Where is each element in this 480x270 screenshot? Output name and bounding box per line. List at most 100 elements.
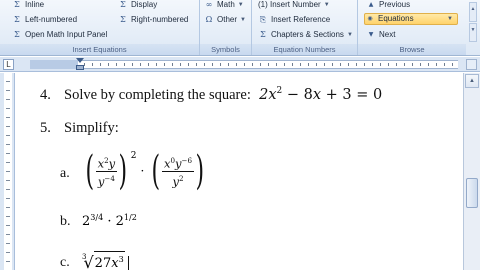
question-4-number: 4. [40, 86, 51, 103]
question-5-text: Simplify: [64, 120, 119, 136]
chapters-sections-dropdown[interactable]: Σ Chapters & Sections ▼ [258, 29, 353, 41]
next-button[interactable]: ▼ Next [366, 29, 396, 41]
ruler-tick [6, 153, 10, 154]
ribbon: Σ Inline Σ Left-numbered Σ Open Math Inp… [0, 0, 480, 56]
right-numbered-button[interactable]: Σ Right-numbered [118, 14, 188, 26]
right-paren: ) [195, 148, 205, 194]
first-line-indent-marker[interactable] [76, 58, 84, 63]
part-c-label: c. [60, 255, 70, 270]
left-indent-marker[interactable] [76, 65, 84, 70]
ruler-tick [444, 63, 445, 66]
ruler-tick [6, 225, 10, 226]
ruler-tick [6, 261, 10, 262]
scrollbar-thumb[interactable] [466, 178, 478, 208]
insert-reference-button[interactable]: ⎘ Insert Reference [258, 14, 330, 26]
left-numbered-button[interactable]: Σ Left-numbered [12, 14, 77, 26]
ruler-tick [212, 63, 213, 66]
chapters-sections-label: Chapters & Sections [271, 30, 344, 39]
fraction-2: x0y−6 y2 [161, 155, 194, 189]
equation-numbers-group: (1) Insert Number ▼ ⎘ Insert Reference Σ… [252, 0, 358, 55]
ruler-left-margin [30, 60, 78, 69]
omega-icon: Ω [205, 15, 213, 24]
ruler-tick [148, 63, 149, 66]
ruler-tick [6, 108, 10, 109]
part-b-label: b. [60, 214, 71, 229]
inline-button[interactable]: Σ Inline [12, 0, 44, 11]
ribbon-scroll-buttons[interactable]: ▲ ▼ [469, 2, 477, 42]
horizontal-ruler[interactable]: L [0, 57, 480, 72]
ruler-tick [6, 198, 10, 199]
ruler-tick [356, 63, 357, 66]
document-page[interactable]: 4. Solve by completing the square: 2x2 − … [16, 73, 463, 270]
ruler-tick [156, 63, 157, 66]
vertical-scrollbar[interactable]: ▲ [463, 73, 480, 270]
insert-reference-icon: ⎘ [259, 15, 267, 24]
ribbon-scroll-down-icon[interactable]: ▼ [469, 22, 477, 42]
equations-label: Equations [378, 14, 414, 23]
radicand: 27x3 [93, 251, 125, 270]
ruler-tick [332, 63, 333, 66]
previous-button[interactable]: ▲ Previous [366, 0, 410, 11]
ruler-tick [140, 63, 141, 66]
ruler-tick [100, 63, 101, 66]
ruler-tick [6, 135, 10, 136]
ruler-tick [188, 63, 189, 66]
chevron-down-icon: ▼ [240, 17, 246, 23]
ruler-tick [412, 63, 413, 66]
browse-group: ▲ Previous ◉ Equations ▼ ▼ Next Browse [358, 0, 466, 55]
ruler-tick [436, 63, 437, 66]
ruler-tick [388, 63, 389, 66]
part-c-expression[interactable]: 3 √ 27x3 [82, 251, 129, 270]
right-paren: ) [118, 148, 128, 194]
insert-number-label: (1) Insert Number [258, 0, 321, 9]
other-label: Other [217, 15, 238, 24]
open-math-input-panel-label: Open Math Input Panel [25, 30, 108, 39]
ruler-tick [116, 63, 117, 66]
ruler-tick [84, 63, 85, 66]
ruler-tick [6, 162, 10, 163]
insert-equations-group-label: Insert Equations [0, 44, 199, 55]
question-4-equation: 2x2 − 8x + 3 = 0 [254, 86, 383, 103]
ruler-tick [6, 243, 10, 244]
ruler-tick [6, 252, 10, 253]
insert-reference-label: Insert Reference [271, 15, 331, 24]
ruler-tick [108, 63, 109, 66]
left-paren: ( [85, 148, 95, 194]
math-label: Math [217, 0, 235, 9]
ribbon-scroll-up-icon[interactable]: ▲ [469, 2, 477, 22]
right-numbered-label: Right-numbered [131, 15, 189, 24]
ruler-tick [124, 63, 125, 66]
ruler-tick [220, 63, 221, 66]
tab-selector-icon[interactable]: L [3, 59, 14, 70]
ruler-tick [6, 126, 10, 127]
symbols-group-label: Symbols [200, 44, 251, 55]
ruler-tick [6, 117, 10, 118]
chapters-sections-icon: Σ [260, 30, 266, 39]
math-symbols-dropdown[interactable]: ∞ Math ▼ [204, 0, 244, 11]
other-symbols-dropdown[interactable]: Ω Other ▼ [204, 14, 246, 26]
left-paren: ( [151, 148, 161, 194]
open-math-input-panel-button[interactable]: Σ Open Math Input Panel [12, 29, 107, 41]
part-b-expression[interactable]: 23/4 · 21/2 [82, 213, 137, 229]
ruler-tick [6, 171, 10, 172]
scroll-up-icon[interactable]: ▲ [465, 74, 479, 88]
equations-icon: ◉ [367, 15, 373, 22]
vertical-ruler[interactable] [0, 73, 15, 270]
display-button[interactable]: Σ Display [118, 0, 157, 11]
ruler-tick [6, 99, 10, 100]
ruler-tick [300, 63, 301, 66]
ruler-tick [6, 189, 10, 190]
display-label: Display [131, 0, 158, 9]
ruler-tick [204, 63, 205, 66]
ruler-tick [6, 180, 10, 181]
part-a-expression[interactable]: ( x2y y−4 ) 2 · ( x0y−6 y2 ) [82, 149, 208, 193]
insert-number-dropdown[interactable]: (1) Insert Number ▼ [258, 0, 330, 11]
chevron-down-icon: ▼ [323, 2, 330, 8]
equations-browse-dropdown[interactable]: ◉ Equations ▼ [364, 13, 458, 25]
previous-icon: ▲ [368, 1, 374, 8]
ruler-tick [364, 63, 365, 66]
ruler-tick [196, 63, 197, 66]
ruler-tick [308, 63, 309, 66]
view-ruler-button[interactable] [466, 59, 477, 70]
chevron-down-icon: ▼ [237, 2, 244, 8]
